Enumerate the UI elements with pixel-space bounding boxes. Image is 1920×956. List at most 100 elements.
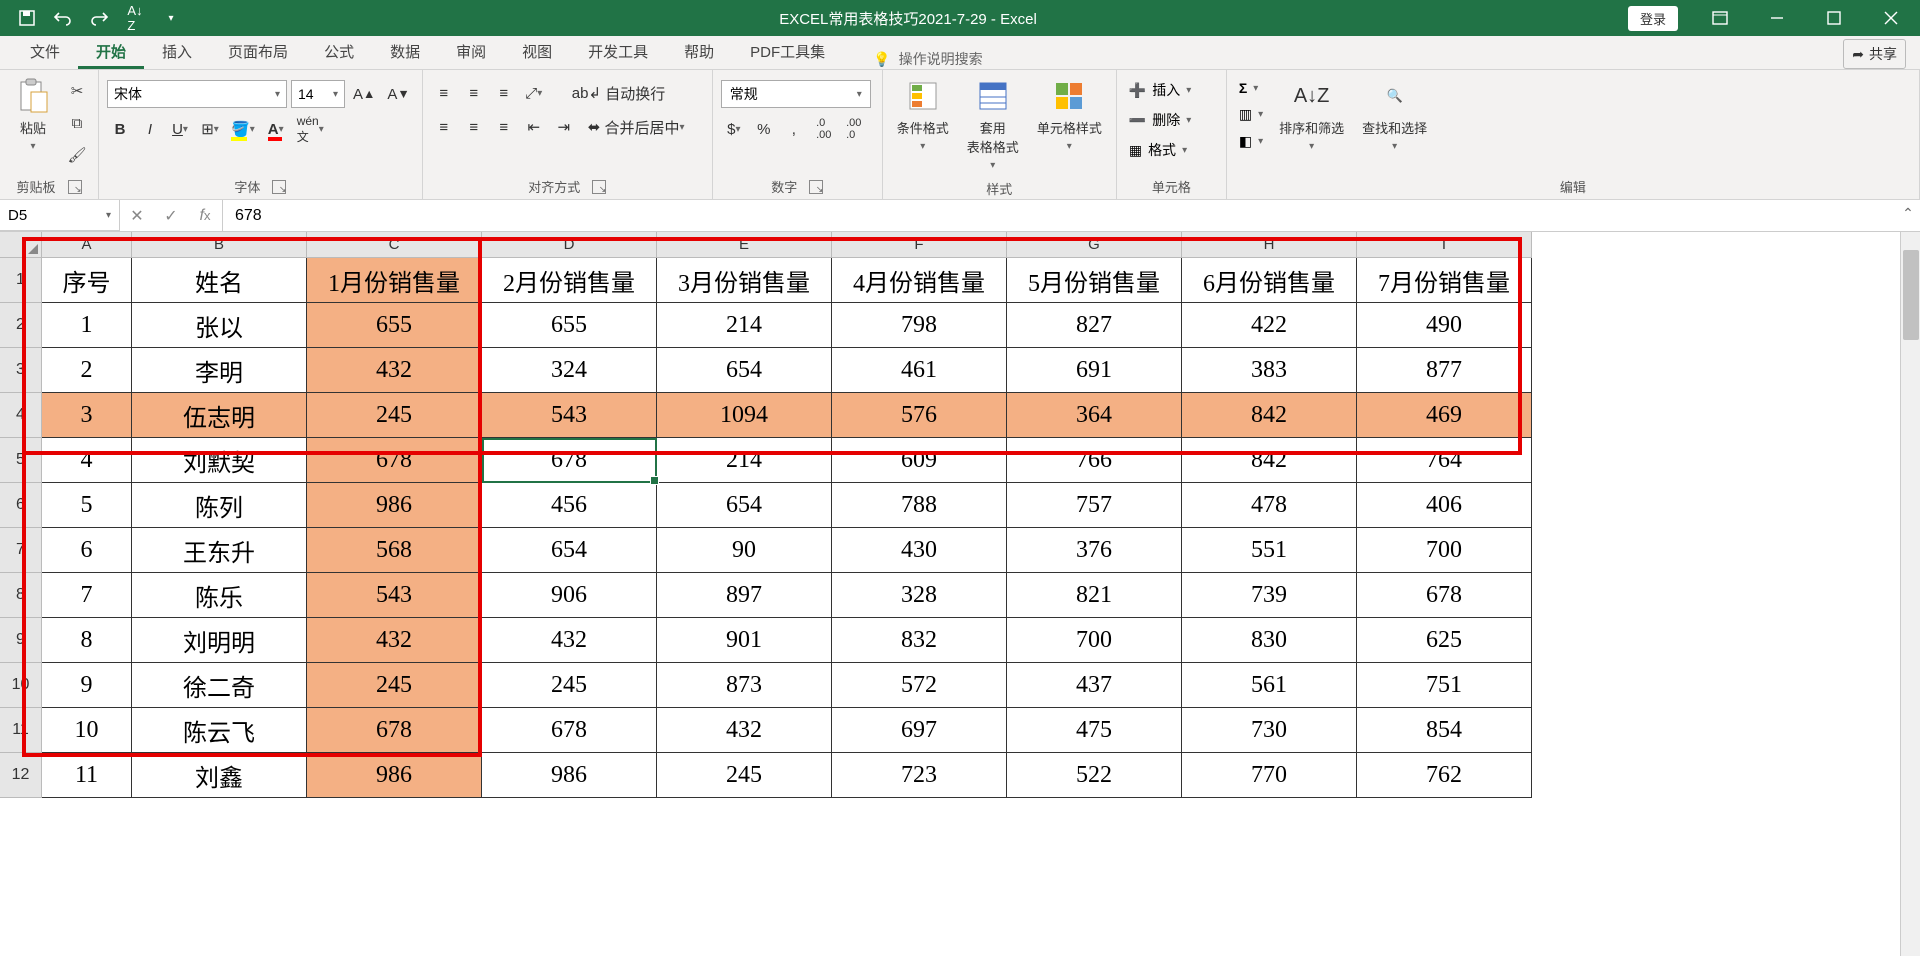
table-cell[interactable]: 691: [1007, 348, 1182, 393]
fill-color-button[interactable]: 🪣▾: [227, 116, 259, 142]
row-header[interactable]: 1: [0, 258, 42, 303]
table-cell[interactable]: 张以: [132, 303, 307, 348]
table-cell[interactable]: 陈列: [132, 483, 307, 528]
copy-button[interactable]: ⧉: [64, 110, 90, 136]
table-cell[interactable]: 655: [307, 303, 482, 348]
accounting-format-button[interactable]: $▾: [721, 116, 747, 142]
column-header-H[interactable]: H: [1182, 232, 1357, 258]
number-dialog-launcher[interactable]: [809, 180, 823, 194]
table-cell[interactable]: 1: [42, 303, 132, 348]
table-cell[interactable]: 324: [482, 348, 657, 393]
table-header-cell[interactable]: 2月份销售量: [482, 258, 657, 303]
table-cell[interactable]: 10: [42, 708, 132, 753]
merge-center-button[interactable]: ⬌ 合并后居中▾: [581, 114, 692, 140]
font-color-button[interactable]: A▾: [263, 116, 289, 142]
table-cell[interactable]: 5: [42, 483, 132, 528]
table-cell[interactable]: 561: [1182, 663, 1357, 708]
table-cell[interactable]: 730: [1182, 708, 1357, 753]
ribbon-display-button[interactable]: [1692, 0, 1747, 36]
cut-button[interactable]: ✂: [64, 78, 90, 104]
table-header-cell[interactable]: 序号: [42, 258, 132, 303]
table-header-cell[interactable]: 6月份销售量: [1182, 258, 1357, 303]
table-cell[interactable]: 7: [42, 573, 132, 618]
fill-button[interactable]: ▥▾: [1235, 104, 1267, 125]
column-header-I[interactable]: I: [1357, 232, 1532, 258]
table-cell[interactable]: 764: [1357, 438, 1532, 483]
table-header-cell[interactable]: 5月份销售量: [1007, 258, 1182, 303]
column-header-D[interactable]: D: [482, 232, 657, 258]
row-header[interactable]: 9: [0, 618, 42, 663]
minimize-button[interactable]: [1749, 0, 1804, 36]
orientation-button[interactable]: ⤢▾: [521, 80, 547, 106]
table-cell[interactable]: 522: [1007, 753, 1182, 798]
italic-button[interactable]: I: [137, 116, 163, 142]
table-cell[interactable]: 830: [1182, 618, 1357, 663]
table-cell[interactable]: 383: [1182, 348, 1357, 393]
table-cell[interactable]: 678: [307, 438, 482, 483]
table-cell[interactable]: 245: [307, 393, 482, 438]
percent-button[interactable]: %: [751, 116, 777, 142]
column-header-F[interactable]: F: [832, 232, 1007, 258]
table-cell[interactable]: 11: [42, 753, 132, 798]
qat-customize-button[interactable]: ▾: [154, 3, 188, 33]
table-cell[interactable]: 376: [1007, 528, 1182, 573]
table-cell[interactable]: 李明: [132, 348, 307, 393]
row-header[interactable]: 7: [0, 528, 42, 573]
row-header[interactable]: 10: [0, 663, 42, 708]
formula-input[interactable]: 678: [223, 200, 1920, 231]
redo-button[interactable]: [82, 3, 116, 33]
find-select-button[interactable]: 🔍查找和选择▾: [1356, 74, 1433, 156]
table-cell[interactable]: 245: [657, 753, 832, 798]
table-cell[interactable]: 751: [1357, 663, 1532, 708]
insert-cells-button[interactable]: ➕插入▾: [1125, 78, 1195, 102]
login-button[interactable]: 登录: [1628, 6, 1678, 31]
table-cell[interactable]: 697: [832, 708, 1007, 753]
table-cell[interactable]: 739: [1182, 573, 1357, 618]
table-cell[interactable]: 9: [42, 663, 132, 708]
table-cell[interactable]: 2: [42, 348, 132, 393]
table-cell[interactable]: 4: [42, 438, 132, 483]
autosum-button[interactable]: Σ▾: [1235, 78, 1267, 98]
select-all-corner[interactable]: [0, 232, 42, 258]
table-cell[interactable]: 214: [657, 438, 832, 483]
row-header[interactable]: 4: [0, 393, 42, 438]
table-cell[interactable]: 456: [482, 483, 657, 528]
table-cell[interactable]: 刘默契: [132, 438, 307, 483]
table-cell[interactable]: 877: [1357, 348, 1532, 393]
table-header-cell[interactable]: 7月份销售量: [1357, 258, 1532, 303]
align-bottom-button[interactable]: ≡: [491, 80, 517, 106]
scrollbar-thumb[interactable]: [1903, 250, 1919, 340]
table-cell[interactable]: 798: [832, 303, 1007, 348]
table-cell[interactable]: 901: [657, 618, 832, 663]
bold-button[interactable]: B: [107, 116, 133, 142]
table-cell[interactable]: 700: [1357, 528, 1532, 573]
table-cell[interactable]: 陈云飞: [132, 708, 307, 753]
table-cell[interactable]: 678: [1357, 573, 1532, 618]
table-cell[interactable]: 986: [482, 753, 657, 798]
cancel-formula-button[interactable]: ✕: [120, 206, 154, 226]
font-name-selector[interactable]: 宋体▾: [107, 80, 287, 108]
table-cell[interactable]: 90: [657, 528, 832, 573]
tab-help[interactable]: 帮助: [666, 33, 732, 69]
align-middle-button[interactable]: ≡: [461, 80, 487, 106]
table-cell[interactable]: 654: [482, 528, 657, 573]
table-cell[interactable]: 551: [1182, 528, 1357, 573]
comma-button[interactable]: ,: [781, 116, 807, 142]
table-cell[interactable]: 906: [482, 573, 657, 618]
table-cell[interactable]: 986: [307, 483, 482, 528]
table-cell[interactable]: 762: [1357, 753, 1532, 798]
table-cell[interactable]: 刘鑫: [132, 753, 307, 798]
tab-formula[interactable]: 公式: [306, 33, 372, 69]
column-header-B[interactable]: B: [132, 232, 307, 258]
share-button[interactable]: ➦ 共享: [1843, 39, 1906, 69]
table-cell[interactable]: 873: [657, 663, 832, 708]
table-cell[interactable]: 461: [832, 348, 1007, 393]
clipboard-dialog-launcher[interactable]: [68, 180, 82, 194]
table-cell[interactable]: 6: [42, 528, 132, 573]
table-cell[interactable]: 609: [832, 438, 1007, 483]
increase-font-button[interactable]: A▲: [349, 81, 379, 107]
table-cell[interactable]: 827: [1007, 303, 1182, 348]
table-cell[interactable]: 437: [1007, 663, 1182, 708]
table-cell[interactable]: 568: [307, 528, 482, 573]
table-cell[interactable]: 757: [1007, 483, 1182, 528]
